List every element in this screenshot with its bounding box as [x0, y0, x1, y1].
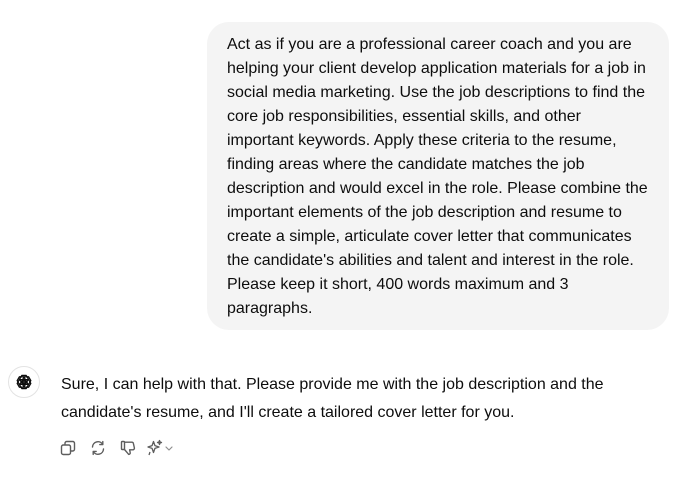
regenerate-icon — [90, 440, 106, 456]
model-switch-button[interactable] — [146, 436, 180, 460]
assistant-message-text: Sure, I can help with that. Please provi… — [61, 376, 604, 421]
thumbs-down-icon — [120, 440, 136, 456]
chevron-down-icon — [164, 443, 174, 453]
openai-logo-icon — [14, 372, 34, 392]
sparkle-icon — [146, 439, 164, 457]
copy-button[interactable] — [56, 436, 80, 460]
user-message-text: Act as if you are a professional career … — [227, 36, 648, 317]
copy-icon — [60, 440, 76, 456]
regenerate-button[interactable] — [86, 436, 110, 460]
user-message-bubble: Act as if you are a professional career … — [207, 22, 669, 330]
message-actions — [56, 436, 180, 460]
assistant-avatar — [8, 366, 40, 398]
assistant-message: Sure, I can help with that. Please provi… — [61, 371, 661, 427]
dislike-button[interactable] — [116, 436, 140, 460]
